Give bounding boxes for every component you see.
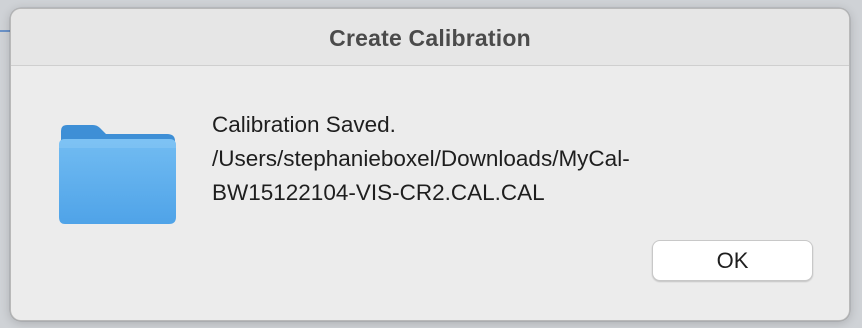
message-line-path: /Users/stephanieboxel/Downloads/MyCal- (212, 146, 630, 171)
dialog-titlebar: Create Calibration (11, 9, 849, 66)
message-line-status: Calibration Saved. (212, 112, 396, 137)
ok-button[interactable]: OK (652, 240, 813, 281)
dialog-message: Calibration Saved. /Users/stephanieboxel… (212, 108, 832, 210)
message-line-filename: BW15122104-VIS-CR2.CAL.CAL (212, 180, 545, 205)
folder-icon (57, 117, 177, 225)
create-calibration-dialog: Create Calibration Calibration Saved. /U… (10, 8, 850, 321)
dialog-title: Create Calibration (329, 24, 531, 51)
